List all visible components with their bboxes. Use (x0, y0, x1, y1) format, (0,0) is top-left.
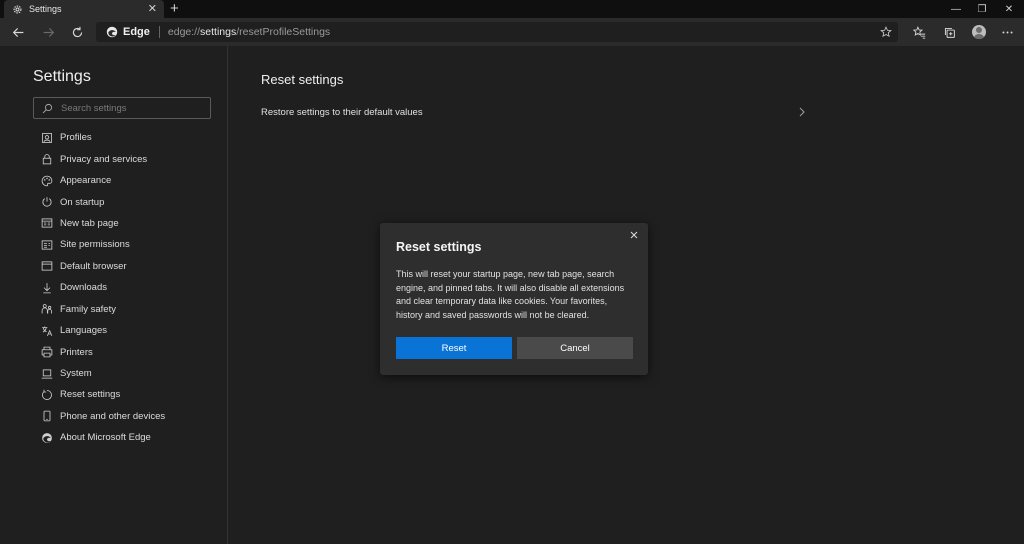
browser-icon (40, 260, 53, 273)
download-icon (40, 281, 53, 294)
chevron-right-icon (798, 107, 806, 117)
sidebar-item-system[interactable]: System (40, 363, 165, 384)
minimize-icon: — (951, 3, 961, 15)
address-url: edge://settings/resetProfileSettings (167, 26, 331, 38)
sidebar-item-label: Family safety (60, 303, 116, 315)
edge-logo-icon (106, 26, 118, 38)
favorites-button[interactable] (908, 22, 930, 42)
reset-icon (40, 388, 53, 401)
sidebar-item-label: Site permissions (60, 239, 130, 251)
sidebar-item-new-tab-page[interactable]: New tab page (40, 213, 165, 234)
site-permissions-icon (40, 238, 53, 251)
sidebar-item-label: Profiles (60, 132, 92, 144)
close-icon (630, 231, 638, 239)
dialog-message: This will reset your startup page, new t… (396, 269, 625, 321)
sidebar-title: Settings (33, 68, 91, 85)
printer-icon (40, 346, 53, 359)
restore-button[interactable]: ❐ (967, 0, 997, 18)
sidebar-item-privacy[interactable]: Privacy and services (40, 148, 165, 169)
sidebar-item-label: Downloads (60, 282, 107, 294)
sidebar-item-profiles[interactable]: Profiles (40, 127, 165, 148)
favorite-star-icon[interactable] (880, 26, 892, 38)
tab-close-icon[interactable]: ✕ (148, 3, 157, 15)
restore-icon: ❐ (977, 3, 987, 15)
forward-button[interactable] (37, 22, 59, 42)
dialog-title: Reset settings (396, 240, 482, 254)
tab-settings[interactable]: Settings ✕ (4, 0, 164, 18)
sidebar-item-reset-settings[interactable]: Reset settings (40, 384, 165, 405)
sidebar-item-label: Appearance (60, 175, 112, 187)
newtab-icon (40, 217, 53, 230)
sidebar-item-family-safety[interactable]: Family safety (40, 299, 165, 320)
more-dots-icon (1001, 31, 1013, 33)
sidebar-item-label: About Microsoft Edge (60, 432, 151, 444)
sidebar-item-downloads[interactable]: Downloads (40, 277, 165, 298)
sidebar-item-printers[interactable]: Printers (40, 341, 165, 362)
back-button[interactable] (7, 22, 29, 42)
new-tab-button[interactable]: + (170, 0, 179, 18)
sidebar-item-label: Privacy and services (60, 153, 148, 165)
sidebar-item-languages[interactable]: Languages (40, 320, 165, 341)
close-icon: ✕ (1004, 3, 1014, 15)
collections-button[interactable] (938, 22, 960, 42)
sidebar-item-label: Default browser (60, 260, 127, 272)
profile-button[interactable] (968, 22, 990, 42)
sidebar-item-default-browser[interactable]: Default browser (40, 256, 165, 277)
sidebar-item-label: Languages (60, 325, 108, 337)
avatar (972, 25, 986, 39)
edge-icon (40, 431, 53, 444)
address-bar[interactable]: Edge edge://settings/resetProfileSetting… (96, 22, 898, 42)
address-separator (158, 26, 160, 38)
profile-icon (40, 131, 53, 144)
tab-title: Settings (29, 4, 62, 14)
sidebar-item-label: Reset settings (60, 389, 121, 401)
system-icon (40, 367, 53, 380)
sidebar-item-label: On startup (60, 196, 105, 208)
palette-icon (40, 174, 53, 187)
refresh-icon (72, 26, 82, 37)
settings-sidebar: Settings Profiles Privacy and services A… (0, 46, 228, 544)
page-title: Reset settings (261, 72, 344, 87)
sidebar-item-label: Printers (60, 346, 93, 358)
address-brand: Edge (123, 26, 150, 38)
refresh-button[interactable] (66, 22, 88, 42)
search-box[interactable] (33, 97, 211, 119)
search-input[interactable] (61, 102, 201, 114)
dialog-close-button[interactable] (628, 229, 640, 241)
browser-toolbar: Edge edge://settings/resetProfileSetting… (0, 18, 1024, 46)
forward-arrow-icon (43, 27, 54, 37)
sidebar-item-phone[interactable]: Phone and other devices (40, 406, 165, 427)
restore-defaults-label: Restore settings to their default values (261, 106, 423, 118)
back-arrow-icon (12, 27, 23, 37)
sidebar-item-on-startup[interactable]: On startup (40, 191, 165, 212)
phone-icon (40, 410, 53, 423)
gear-icon (12, 4, 23, 15)
restore-defaults-row[interactable]: Restore settings to their default values (261, 102, 806, 122)
sidebar-item-label: New tab page (60, 217, 119, 229)
reset-button[interactable]: Reset (396, 337, 512, 359)
lock-icon (40, 153, 53, 166)
cancel-button[interactable]: Cancel (517, 337, 633, 359)
search-icon (42, 103, 53, 114)
more-menu-button[interactable] (996, 22, 1018, 42)
tab-strip: Settings ✕ + — ❐ ✕ (0, 0, 1024, 18)
sidebar-item-label: System (60, 368, 92, 380)
sidebar-nav: Profiles Privacy and services Appearance… (40, 127, 165, 449)
power-icon (40, 196, 53, 209)
reset-dialog: Reset settings This will reset your star… (380, 223, 648, 375)
close-window-button[interactable]: ✕ (994, 0, 1024, 18)
sidebar-item-label: Phone and other devices (60, 410, 166, 422)
sidebar-item-about[interactable]: About Microsoft Edge (40, 427, 165, 448)
sidebar-item-appearance[interactable]: Appearance (40, 170, 165, 191)
family-icon (40, 303, 53, 316)
favorites-icon (912, 25, 925, 39)
sidebar-item-site-permissions[interactable]: Site permissions (40, 234, 165, 255)
language-icon (40, 324, 53, 337)
collections-icon (944, 27, 955, 38)
